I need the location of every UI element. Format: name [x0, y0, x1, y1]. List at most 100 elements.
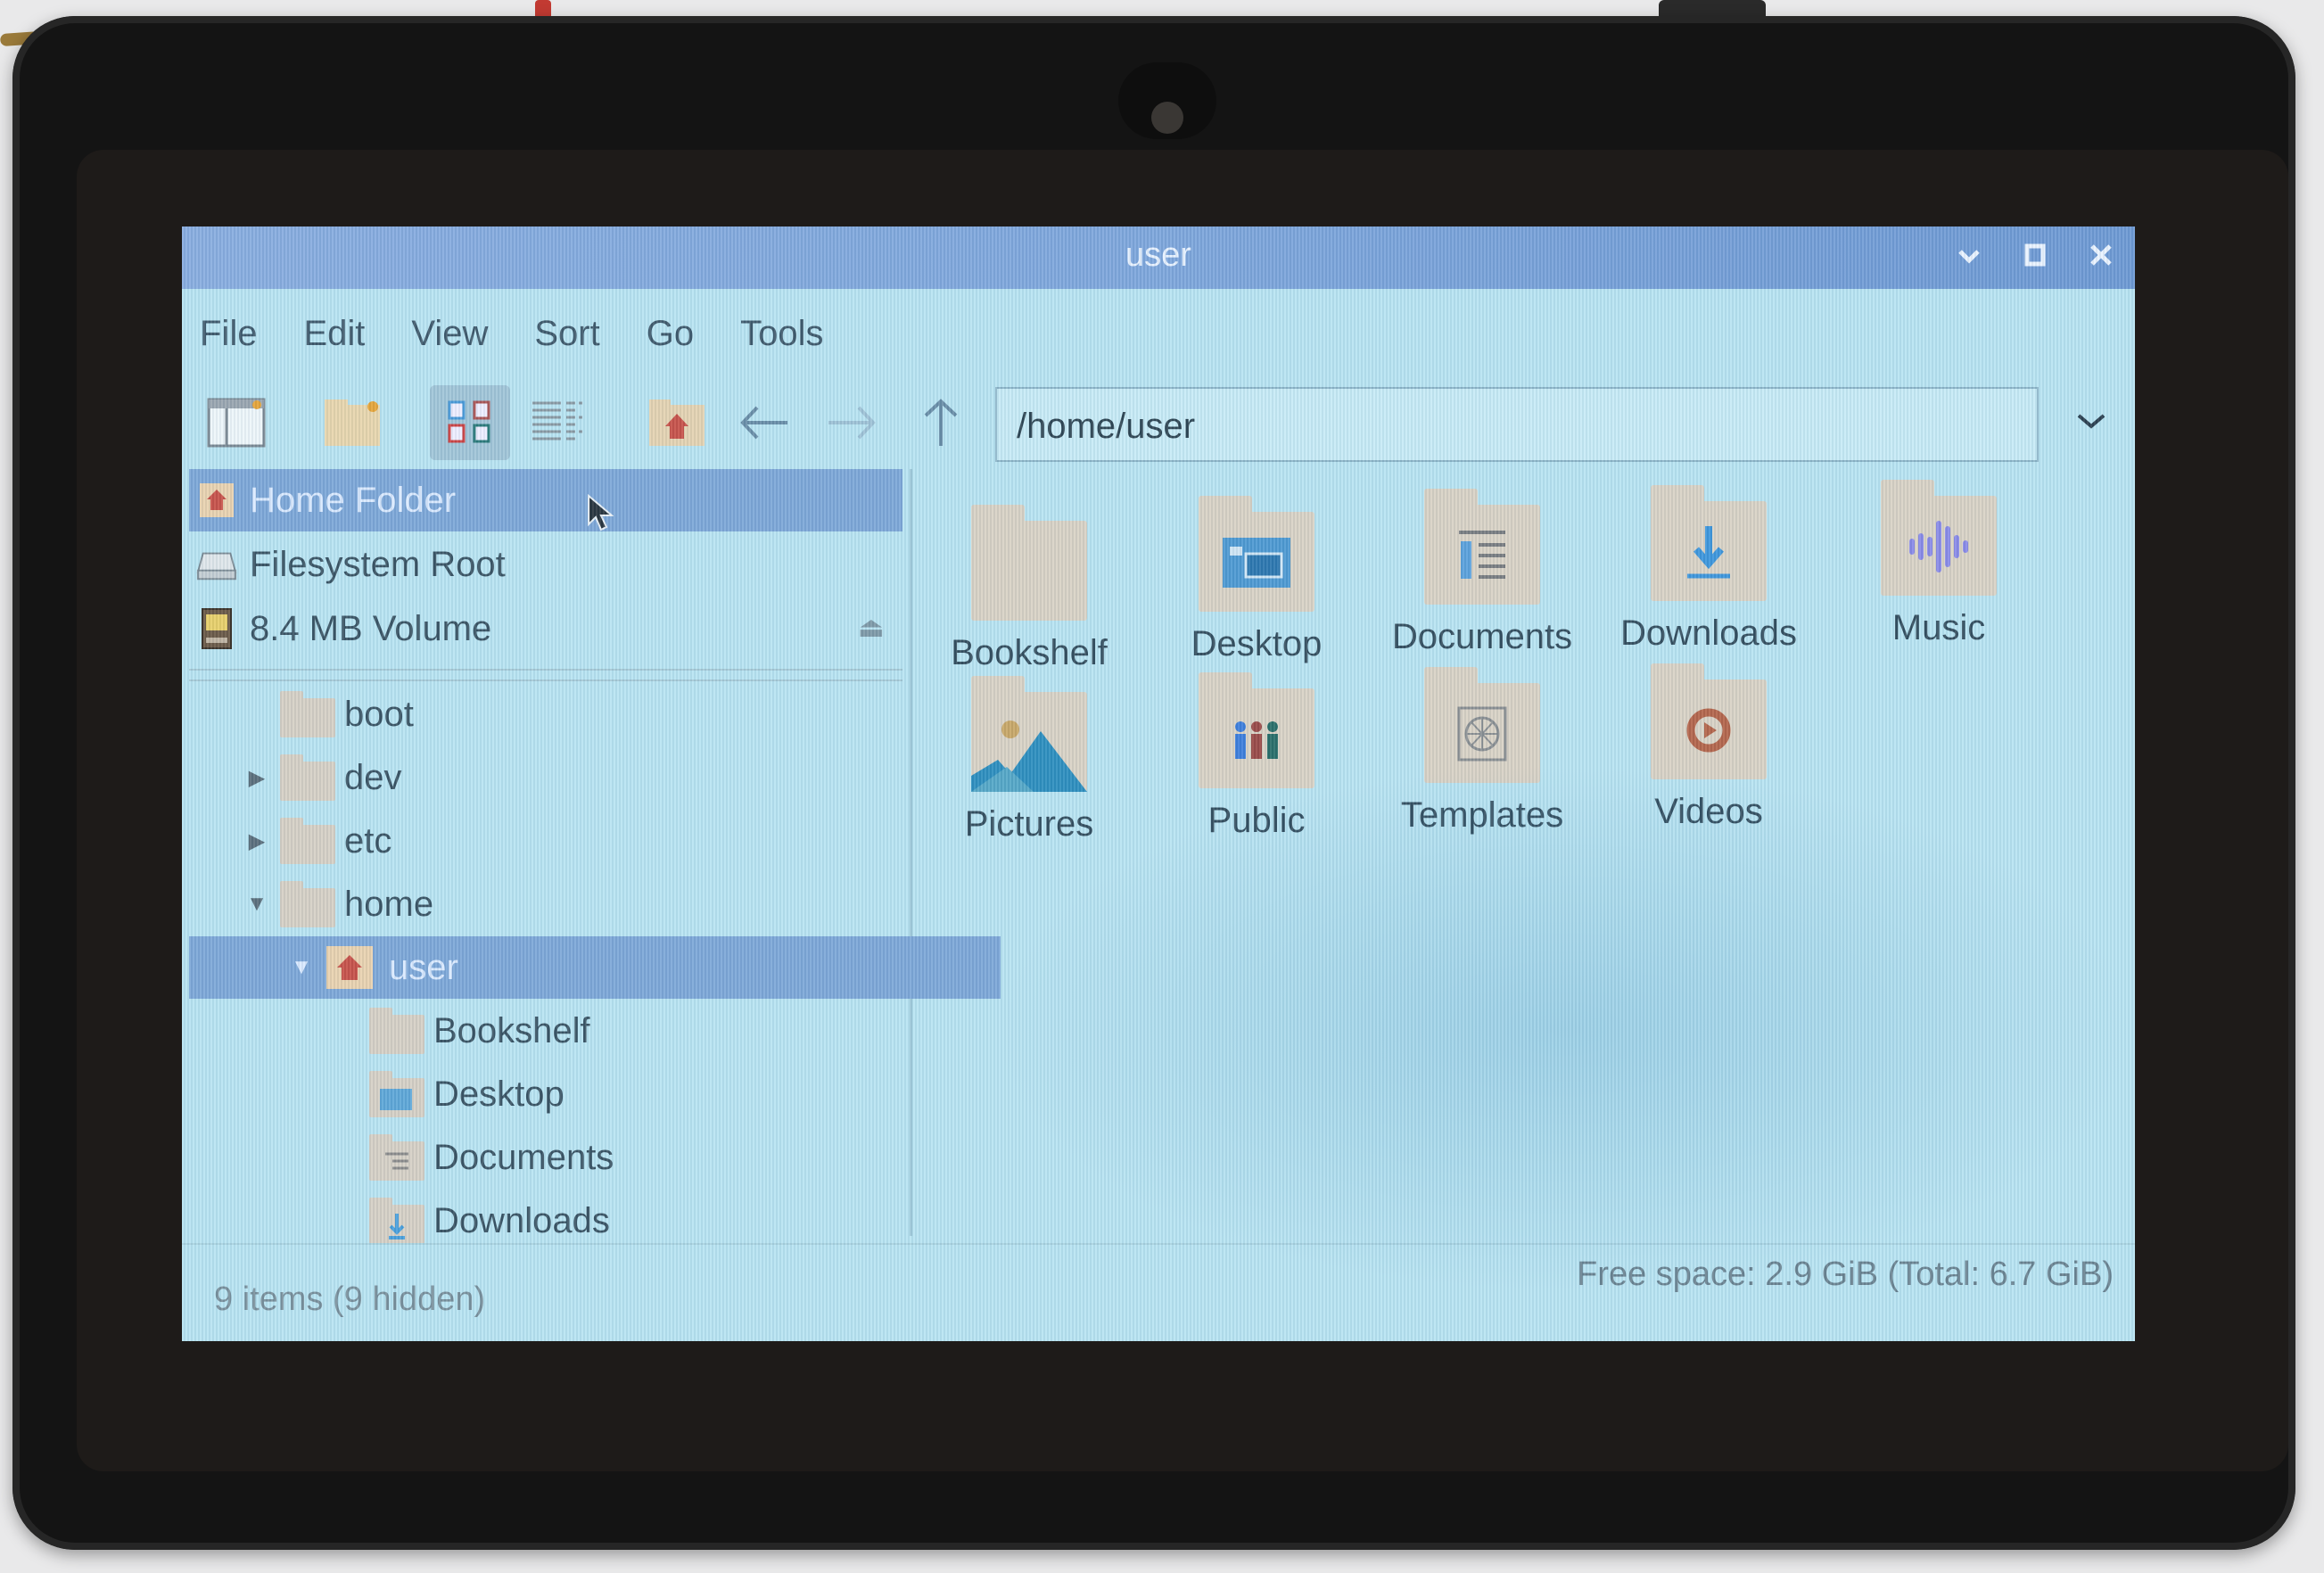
file-item-bookshelf[interactable]: Bookshelf: [922, 505, 1136, 683]
file-item-label: Pictures: [964, 804, 1094, 844]
menu-edit[interactable]: Edit: [300, 310, 368, 358]
file-item-label: Templates: [1400, 795, 1564, 835]
expander-expanded-icon[interactable]: ▼: [287, 953, 316, 982]
documents-folder-icon: [369, 1134, 424, 1181]
list-icon: [532, 401, 582, 441]
path-input[interactable]: /home/user: [995, 387, 2039, 462]
arrow-up-icon: [924, 399, 958, 446]
file-item-desktop[interactable]: Desktop: [1150, 496, 1364, 674]
tree-node-label: Documents: [433, 1137, 614, 1177]
up-button[interactable]: [901, 385, 981, 460]
tree-node-desktop[interactable]: Desktop: [189, 1063, 1045, 1125]
videos-folder-icon: [1651, 663, 1767, 779]
tree-node-etc[interactable]: ▶ etc: [189, 810, 956, 872]
file-item-pictures[interactable]: Pictures: [922, 676, 1136, 854]
window-icon: [207, 398, 266, 448]
tree-node-documents[interactable]: Documents: [189, 1126, 1045, 1189]
folder-icon: [280, 754, 335, 801]
file-item-label: Videos: [1654, 792, 1763, 831]
tree-node-dev[interactable]: ▶ dev: [189, 746, 956, 809]
menu-go[interactable]: Go: [643, 310, 697, 358]
downloads-folder-icon: [369, 1198, 424, 1244]
menu-sort[interactable]: Sort: [531, 310, 603, 358]
tree-node-boot[interactable]: boot: [189, 683, 956, 745]
sidebar: Home Folder Filesystem Root 8.4 MB Volum…: [189, 469, 1001, 1244]
tree-node-user[interactable]: ▼ user: [189, 936, 1001, 999]
file-item-label: Public: [1207, 801, 1306, 840]
folder-icon: [369, 1008, 424, 1054]
sd-card-icon: [196, 608, 237, 649]
file-item-public[interactable]: Public: [1150, 672, 1364, 851]
drive-icon: [196, 544, 237, 585]
close-button[interactable]: [2085, 234, 2117, 278]
file-item-label: Desktop: [1191, 624, 1323, 663]
chevron-down-icon: [2077, 414, 2106, 429]
item-count-status: 9 items (9 hidden): [214, 1281, 486, 1318]
public-folder-icon: [1199, 672, 1314, 788]
file-item-label: Music: [1891, 608, 1986, 647]
file-item-label: Bookshelf: [951, 633, 1108, 672]
menu-tools[interactable]: Tools: [737, 310, 827, 358]
window-title: user: [1125, 236, 1191, 274]
tree-node-home[interactable]: ▼ home: [189, 873, 956, 935]
folder-icon: [280, 818, 335, 864]
new-folder-button[interactable]: [312, 385, 392, 460]
window-titlebar[interactable]: user: [182, 226, 2135, 289]
place-label: Home Folder: [250, 480, 457, 520]
expander-expanded-icon[interactable]: ▼: [243, 890, 271, 918]
folder-icon: [280, 881, 335, 927]
menu-file[interactable]: File: [196, 310, 260, 358]
folder-icon: [280, 691, 335, 737]
menu-view[interactable]: View: [408, 310, 491, 358]
icon-view-button[interactable]: [430, 385, 510, 460]
documents-folder-icon: [1424, 489, 1540, 605]
free-space-status: Free space: 2.9 GiB (Total: 6.7 GiB): [1577, 1256, 2114, 1293]
file-manager-window: user File Edit View Sort Go Tools /home/…: [182, 226, 2135, 1341]
status-bar: 9 items (9 hidden) Free space: 2.9 GiB (…: [182, 1243, 2135, 1341]
close-icon: [2090, 244, 2112, 266]
home-folder-icon: [649, 399, 705, 446]
home-icon: [325, 944, 380, 991]
back-button[interactable]: [724, 385, 804, 460]
expander-collapsed-icon[interactable]: ▶: [243, 763, 271, 792]
file-item-videos[interactable]: Videos: [1602, 663, 1816, 842]
home-icon: [196, 480, 237, 521]
file-item-music[interactable]: Music: [1832, 480, 2046, 658]
home-button[interactable]: [637, 385, 717, 460]
place-volume[interactable]: 8.4 MB Volume ⏏: [189, 597, 902, 660]
maximize-button[interactable]: [2019, 234, 2051, 278]
file-item-downloads[interactable]: Downloads: [1602, 485, 1816, 663]
tree-node-label: user: [389, 947, 458, 987]
file-item-templates[interactable]: Templates: [1375, 667, 1589, 845]
tree-node-label: Desktop: [433, 1074, 565, 1114]
tree-node-label: etc: [344, 820, 392, 861]
tree-node-label: dev: [344, 757, 402, 797]
tree-node-bookshelf[interactable]: Bookshelf: [189, 1000, 1045, 1062]
new-window-button[interactable]: [196, 385, 276, 460]
chevron-down-icon: [1958, 250, 1980, 264]
file-icon-view: Bookshelf Desktop Documents Downloads Mu…: [922, 469, 2135, 1236]
expander-collapsed-icon[interactable]: ▶: [243, 827, 271, 855]
place-label: Filesystem Root: [250, 544, 506, 584]
path-history-dropdown[interactable]: [2069, 399, 2114, 444]
forward-button[interactable]: [812, 385, 892, 460]
minimize-button[interactable]: [1953, 234, 1985, 278]
desktop-folder-icon: [369, 1071, 424, 1117]
place-filesystem-root[interactable]: Filesystem Root: [189, 533, 902, 596]
maximize-icon: [2024, 243, 2046, 267]
camera-lens: [1151, 102, 1183, 134]
tree-node-label: Bookshelf: [433, 1010, 590, 1050]
downloads-folder-icon: [1651, 485, 1767, 601]
folder-new-icon: [325, 399, 380, 446]
tree-node-label: boot: [344, 694, 414, 734]
folder-icon: [971, 505, 1087, 621]
menu-bar: File Edit View Sort Go Tools: [196, 310, 827, 358]
music-folder-icon: [1881, 480, 1997, 596]
file-item-documents[interactable]: Documents: [1375, 489, 1589, 667]
grid-icon: [448, 400, 490, 443]
eject-icon[interactable]: ⏏: [858, 610, 885, 644]
place-home-folder[interactable]: Home Folder: [189, 469, 902, 531]
desktop-folder-icon: [1199, 496, 1314, 612]
arrow-right-icon: [828, 406, 876, 440]
list-view-button[interactable]: [517, 385, 597, 460]
